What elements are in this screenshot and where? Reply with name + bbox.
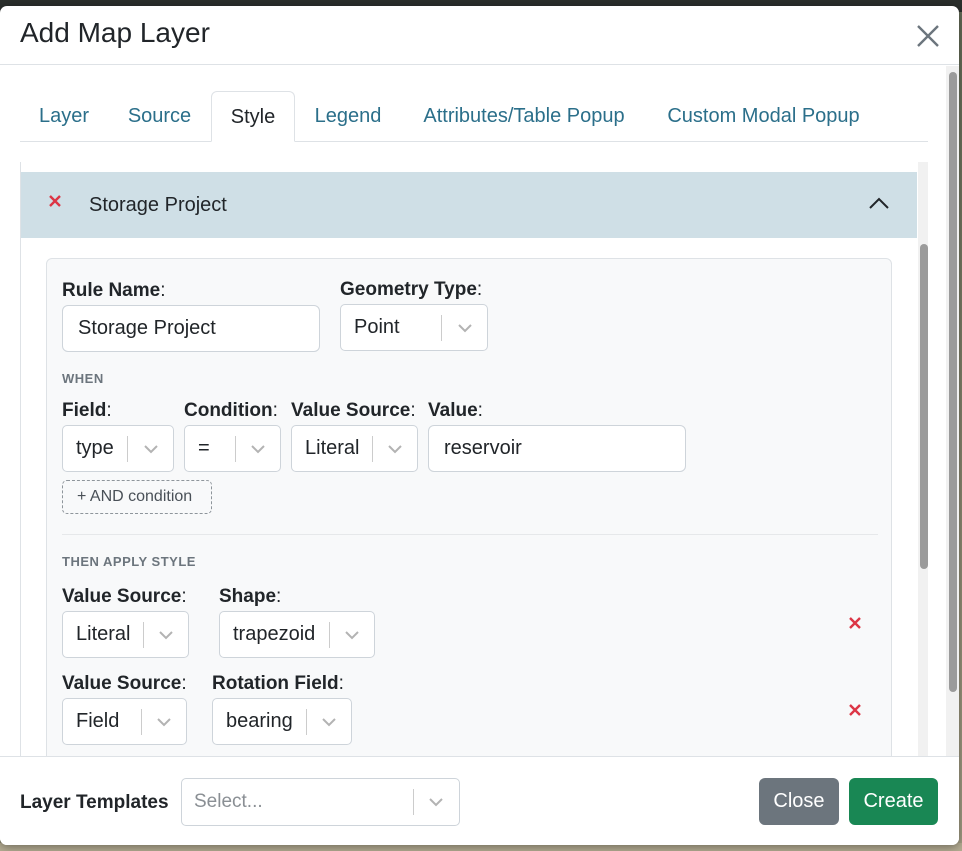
- value-label: Value:: [428, 400, 483, 421]
- chevron-down-icon: [322, 718, 336, 727]
- layer-templates-placeholder: Select...: [194, 791, 263, 812]
- section-divider: [62, 534, 878, 535]
- rule-name-input[interactable]: Storage Project: [62, 305, 320, 352]
- select-separator: [143, 622, 144, 648]
- create-button[interactable]: Create: [849, 778, 938, 825]
- geometry-type-select[interactable]: Point: [340, 304, 488, 351]
- modal-header: Add Map Layer: [0, 6, 959, 65]
- modal-scrollbar[interactable]: [946, 66, 959, 756]
- rotation-field-select[interactable]: bearing: [212, 698, 352, 745]
- collapse-rule-button[interactable]: [867, 194, 891, 214]
- chevron-down-icon: [388, 445, 402, 454]
- geometry-type-value: Point: [354, 316, 400, 338]
- chevron-down-icon: [345, 631, 359, 640]
- select-separator: [441, 315, 442, 341]
- geometry-type-label: Geometry Type:: [340, 279, 483, 300]
- value-source-select[interactable]: Literal: [291, 425, 418, 472]
- select-separator: [306, 709, 307, 735]
- remove-style-button[interactable]: [848, 616, 862, 630]
- value-source-value: Literal: [305, 437, 360, 459]
- layer-templates-select[interactable]: Select...: [181, 778, 460, 826]
- chevron-down-icon: [144, 445, 158, 454]
- select-separator: [127, 436, 128, 462]
- style-rules-panel[interactable]: Storage Project Rule Name: Storage Proje…: [20, 162, 928, 756]
- modal-title: Add Map Layer: [20, 17, 210, 48]
- add-and-condition-button[interactable]: + AND condition: [62, 480, 212, 514]
- style-value-source-select[interactable]: Field: [62, 698, 187, 745]
- tab-layer[interactable]: Layer: [20, 91, 108, 142]
- tab-style[interactable]: Style: [211, 91, 295, 142]
- modal-footer: Layer Templates Select... Close Create: [0, 756, 959, 845]
- chevron-down-icon: [458, 324, 472, 333]
- select-separator: [235, 436, 236, 462]
- condition-select[interactable]: =: [184, 425, 281, 472]
- field-value: type: [76, 437, 114, 459]
- tab-source[interactable]: Source: [108, 91, 211, 142]
- rule-accordion-title: Storage Project: [89, 194, 227, 216]
- rotation-field-value: bearing: [226, 710, 293, 732]
- close-button[interactable]: Close: [759, 778, 839, 825]
- inner-scrollbar-thumb[interactable]: [920, 244, 928, 569]
- chevron-down-icon: [429, 798, 443, 807]
- shape-select[interactable]: trapezoid: [219, 611, 375, 658]
- close-icon: [917, 25, 939, 47]
- chevron-down-icon: [157, 718, 171, 727]
- inner-scrollbar[interactable]: [918, 162, 928, 756]
- remove-x-icon: [849, 617, 861, 629]
- tab-legend[interactable]: Legend: [295, 91, 401, 142]
- style-value-source-label: Value Source:: [62, 673, 187, 694]
- shape-value: trapezoid: [233, 623, 316, 645]
- then-apply-style-heading: THEN APPLY STYLE: [62, 554, 196, 569]
- condition-value: =: [198, 437, 210, 459]
- modal-close-button[interactable]: [914, 22, 942, 50]
- rule-name-label: Rule Name:: [62, 280, 166, 301]
- select-separator: [141, 709, 142, 735]
- field-select[interactable]: type: [62, 425, 174, 472]
- select-separator: [372, 436, 373, 462]
- modal-scrollbar-thumb[interactable]: [949, 72, 957, 692]
- layer-templates-label: Layer Templates: [20, 792, 169, 813]
- select-separator: [413, 789, 414, 815]
- remove-x-icon: [49, 195, 61, 207]
- chevron-up-icon: [869, 197, 889, 209]
- when-heading: WHEN: [62, 371, 104, 386]
- value-input[interactable]: reservoir: [428, 425, 686, 472]
- tab-attributes-table-popup[interactable]: Attributes/Table Popup: [401, 91, 647, 142]
- remove-style-button[interactable]: [848, 703, 862, 717]
- value-source-label: Value Source:: [291, 400, 416, 421]
- rule-accordion-body: Rule Name: Storage Project Geometry Type…: [21, 238, 917, 756]
- tab-bar: Layer Source Style Legend Attributes/Tab…: [20, 91, 928, 142]
- condition-label: Condition:: [184, 400, 278, 421]
- select-separator: [329, 622, 330, 648]
- field-label: Field:: [62, 400, 112, 421]
- style-value-source-label: Value Source:: [62, 586, 187, 607]
- remove-x-icon: [849, 704, 861, 716]
- rule-card: Rule Name: Storage Project Geometry Type…: [46, 258, 892, 756]
- remove-rule-button[interactable]: [48, 194, 62, 208]
- chevron-down-icon: [159, 631, 173, 640]
- style-value-source-value: Field: [76, 710, 120, 732]
- shape-label: Shape:: [219, 586, 282, 607]
- tab-custom-modal-popup[interactable]: Custom Modal Popup: [647, 91, 880, 142]
- style-value-source-value: Literal: [76, 623, 131, 645]
- style-value-source-select[interactable]: Literal: [62, 611, 189, 658]
- rotation-field-label: Rotation Field:: [212, 673, 344, 694]
- add-map-layer-modal: Add Map Layer Layer Source Style Legend …: [0, 6, 959, 845]
- chevron-down-icon: [251, 445, 265, 454]
- rule-accordion-header[interactable]: Storage Project: [21, 172, 917, 238]
- modal-body[interactable]: Layer Source Style Legend Attributes/Tab…: [0, 66, 946, 756]
